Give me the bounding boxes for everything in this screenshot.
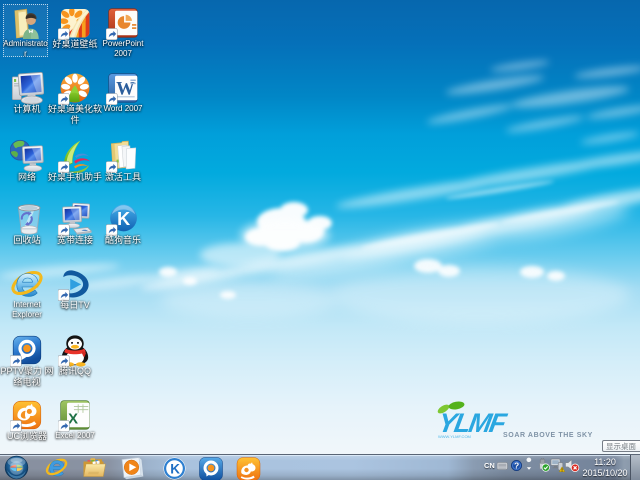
svg-text:K: K	[117, 209, 130, 229]
svg-text:X: X	[68, 412, 78, 428]
